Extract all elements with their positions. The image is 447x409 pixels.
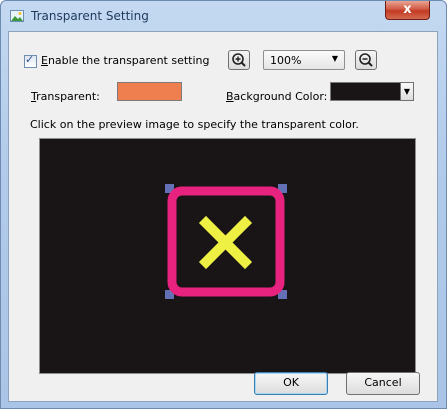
cancel-button[interactable]: Cancel [346, 372, 420, 395]
chevron-down-icon: ▼ [403, 87, 411, 96]
close-button[interactable]: x [385, 1, 430, 20]
zoom-select[interactable]: 100% ▼ [263, 50, 345, 70]
title-bar[interactable]: Transparent Setting x [1, 1, 446, 31]
dialog-client-area: ✓ Enable the transparent setting 100% ▼ … [8, 31, 438, 402]
close-icon: x [403, 2, 412, 17]
enable-transparent-label[interactable]: Enable the transparent setting [41, 54, 209, 67]
check-mark-icon: ✓ [25, 53, 35, 66]
image-app-icon [10, 10, 24, 22]
ok-button[interactable]: OK [254, 372, 328, 395]
background-color-dropdown-button[interactable]: ▼ [400, 82, 414, 101]
enable-transparent-checkbox[interactable]: ✓ [24, 53, 37, 68]
zoom-out-button[interactable] [355, 50, 377, 70]
transparent-color-swatch[interactable] [117, 82, 182, 101]
window-title: Transparent Setting [31, 9, 149, 23]
preview-image[interactable] [40, 139, 415, 373]
zoom-value: 100% [270, 54, 302, 67]
zoom-in-button[interactable] [228, 50, 250, 70]
zoom-out-icon [359, 53, 373, 67]
chevron-down-icon: ▼ [331, 54, 338, 63]
instruction-text: Click on the preview image to specify th… [30, 118, 359, 131]
transparent-label: Transparent: [31, 90, 100, 103]
preview-x-mark [198, 215, 253, 270]
dialog-window: Transparent Setting x ✓ Enable the trans… [0, 0, 447, 409]
preview-image-area[interactable] [39, 138, 416, 374]
background-color-label: Background Color: [226, 90, 328, 103]
zoom-in-icon [232, 53, 246, 67]
background-color-swatch[interactable] [330, 82, 401, 101]
